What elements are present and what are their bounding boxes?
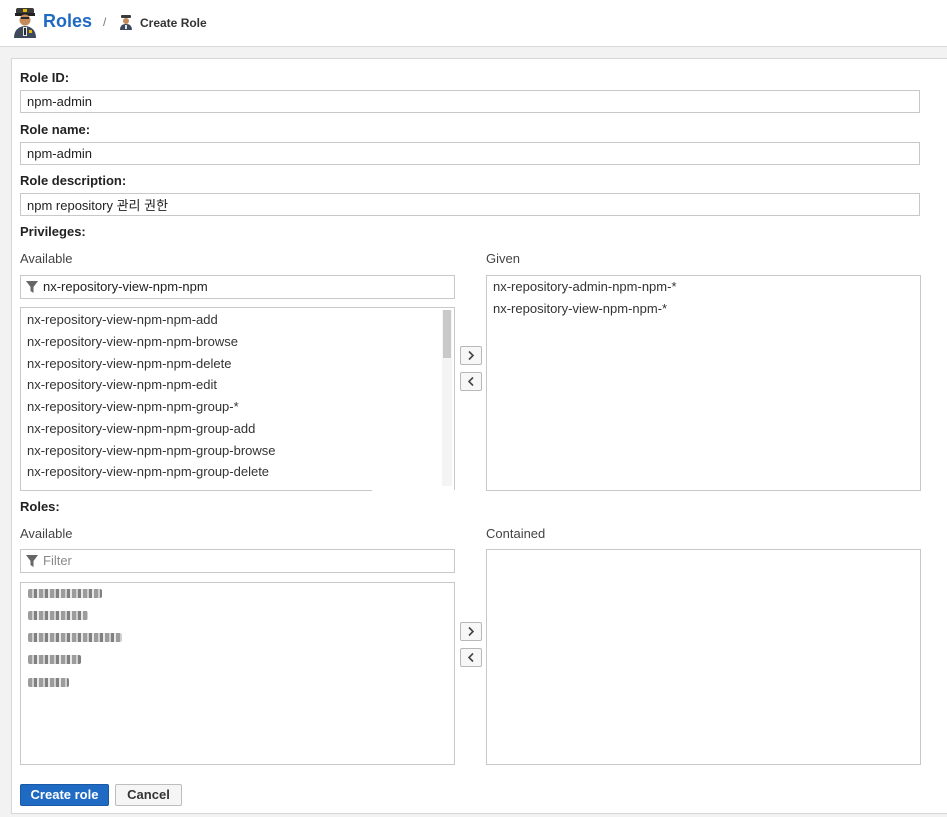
list-item[interactable]: nx-repository-view-npm-npm-edit xyxy=(27,377,217,392)
roles-contained-label: Contained xyxy=(486,526,546,541)
remove-role-button[interactable] xyxy=(460,648,482,667)
roles-available-label: Available xyxy=(20,526,73,541)
role-description-label: Role description: xyxy=(20,173,127,188)
list-item[interactable]: nx-repository-view-npm-npm-add xyxy=(27,312,218,327)
cancel-button[interactable]: Cancel xyxy=(115,784,182,806)
redacted-list-item[interactable] xyxy=(28,633,122,642)
add-privilege-button[interactable] xyxy=(460,346,482,365)
vertical-scrollbar[interactable] xyxy=(442,310,452,486)
privileges-given-label: Given xyxy=(486,251,520,266)
police-officer-icon xyxy=(14,8,36,38)
roles-filter-input[interactable] xyxy=(43,553,443,568)
roles-available-list[interactable] xyxy=(20,582,455,765)
role-name-label: Role name: xyxy=(20,122,91,137)
roles-contained-list[interactable] xyxy=(486,549,921,765)
remove-privilege-button[interactable] xyxy=(460,372,482,391)
privileges-given-list[interactable]: nx-repository-admin-npm-npm-* nx-reposit… xyxy=(486,275,921,491)
add-role-button[interactable] xyxy=(460,622,482,641)
role-description-input[interactable] xyxy=(20,193,920,216)
chevron-left-icon xyxy=(467,376,474,387)
breadcrumb-separator: / xyxy=(103,15,107,29)
scrollbar-thumb[interactable] xyxy=(443,310,451,358)
page-header: Roles / Create Role xyxy=(0,0,947,47)
roles-label: Roles: xyxy=(20,499,60,514)
privileges-available-list[interactable]: nx-repository-view-npm-npm-add nx-reposi… xyxy=(20,307,455,491)
redacted-list-item[interactable] xyxy=(28,589,102,598)
redacted-list-item[interactable] xyxy=(28,611,88,620)
privileges-filter-input[interactable] xyxy=(43,279,443,294)
list-item[interactable]: nx-repository-view-npm-npm-delete xyxy=(27,356,231,371)
list-item[interactable]: nx-repository-view-npm-npm-browse xyxy=(27,334,238,349)
roles-filter xyxy=(20,549,455,573)
list-item[interactable]: nx-repository-view-npm-npm-group-add xyxy=(27,421,255,436)
police-officer-icon xyxy=(120,15,132,30)
create-role-button[interactable]: Create role xyxy=(20,784,109,806)
chevron-right-icon xyxy=(468,350,475,361)
role-id-label: Role ID: xyxy=(20,70,70,85)
create-role-form: Role ID: Role name: Role description: Pr… xyxy=(11,58,947,814)
breadcrumb-current: Create Role xyxy=(140,16,207,30)
redacted-list-item[interactable] xyxy=(28,678,69,687)
privileges-label: Privileges: xyxy=(20,224,86,239)
list-item[interactable]: nx-repository-view-npm-npm-* xyxy=(493,301,667,316)
chevron-left-icon xyxy=(467,652,474,663)
list-item[interactable]: nx-repository-view-npm-npm-group-browse xyxy=(27,443,276,458)
filter-icon xyxy=(26,555,38,567)
privileges-available-label: Available xyxy=(20,251,73,266)
list-item[interactable]: nx-repository-admin-npm-npm-* xyxy=(493,279,677,294)
page-title[interactable]: Roles xyxy=(43,11,92,32)
list-item[interactable]: nx-repository-view-npm-npm-group-delete xyxy=(27,464,269,479)
role-name-input[interactable] xyxy=(20,142,920,165)
list-item[interactable]: nx-repository-view-npm-npm-group-* xyxy=(27,399,239,414)
privileges-filter xyxy=(20,275,455,299)
chevron-right-icon xyxy=(468,626,475,637)
filter-icon xyxy=(26,281,38,293)
redacted-list-item[interactable] xyxy=(28,655,81,664)
role-id-input[interactable] xyxy=(20,90,920,113)
